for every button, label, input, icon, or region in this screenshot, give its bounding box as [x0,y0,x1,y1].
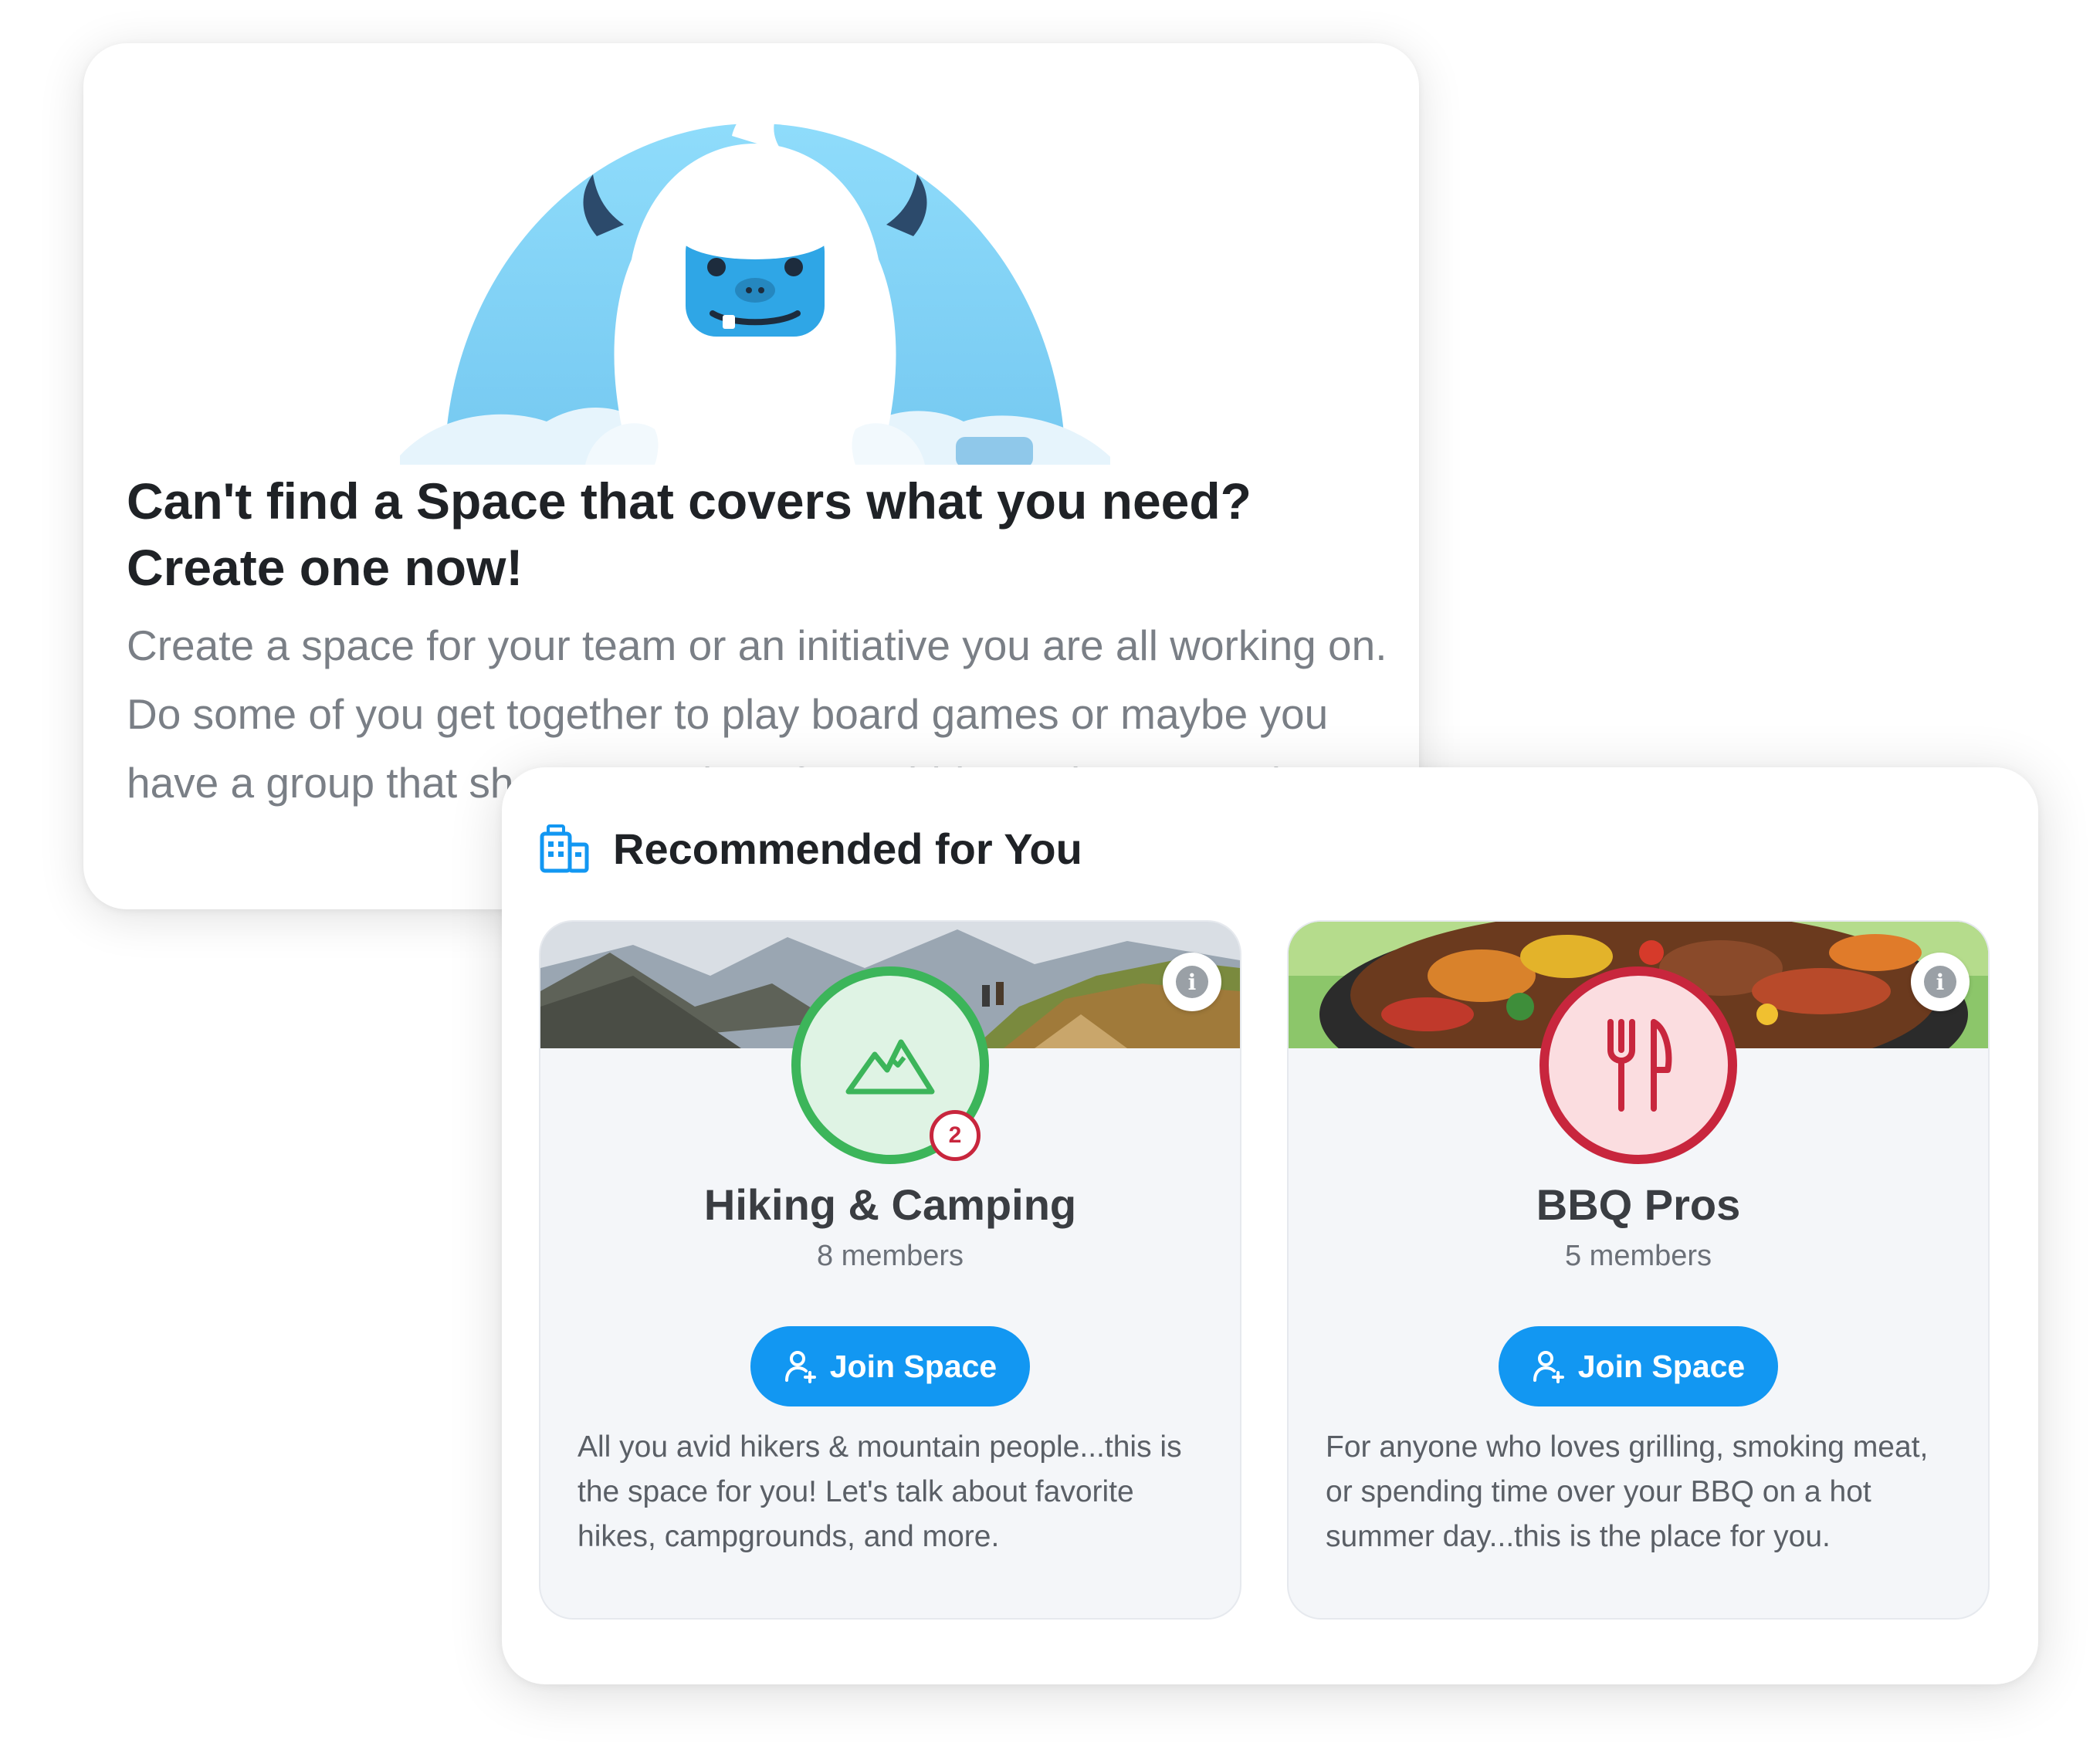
bbq-avatar [1539,966,1737,1164]
create-space-title-line1: Can't find a Space that covers what you … [127,472,1252,530]
info-icon: i [1176,966,1208,998]
space-card-hiking[interactable]: i 2 Hiking & Camping 8 members Join Spac… [540,922,1240,1618]
hiking-info-button[interactable]: i [1163,953,1221,1011]
space-description: All you avid hikers & mountain people...… [578,1430,1182,1553]
recommended-panel: Recommended for You i 2 Hiking & Camping… [502,767,2038,1684]
add-user-icon [1533,1351,1564,1383]
yeti-mascot-illustration [400,102,1110,465]
space-description: For anyone who loves grilling, smoking m… [1326,1430,1929,1553]
building-icon [540,824,589,873]
member-count: 5 members [1564,1240,1712,1272]
bbq-info-button[interactable]: i [1911,953,1970,1011]
add-user-icon [784,1351,816,1383]
mountain-icon [845,1039,935,1095]
space-name: Hiking & Camping [703,1180,1077,1229]
space-card-bbq[interactable]: i BBQ Pros 5 members Join Space For anyo… [1289,922,1988,1618]
join-space-button[interactable]: Join Space [1499,1326,1778,1406]
notification-badge: 2 [930,1110,981,1161]
info-icon: i [1924,966,1956,998]
join-space-label: Join Space [829,1348,998,1384]
recommended-title: Recommended for You [613,824,1082,873]
recommended-header: Recommended for You [537,821,1082,875]
space-name: BBQ Pros [1536,1180,1741,1229]
fork-knife-icon [1607,1019,1672,1112]
member-count: 8 members [816,1240,964,1272]
join-space-label: Join Space [1577,1348,1746,1384]
create-space-title: Can't find a Space that covers what you … [127,468,1377,601]
create-space-title-line2: Create one now! [127,539,523,596]
join-space-button[interactable]: Join Space [750,1326,1030,1406]
